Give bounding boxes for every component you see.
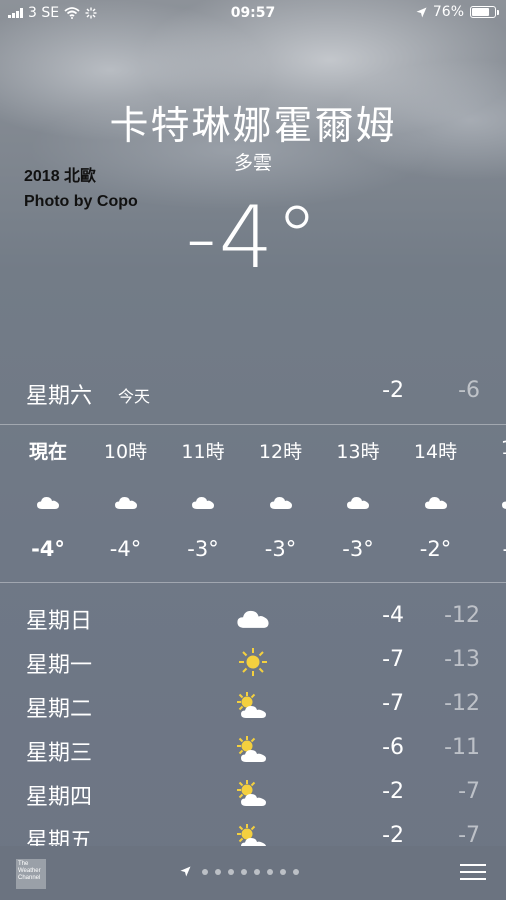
day-name: 星期一 <box>26 653 93 678</box>
day-high: -7 <box>382 691 404 716</box>
partly-cloudy-icon <box>236 691 270 721</box>
hour-label: 11時 <box>181 441 225 463</box>
hour-label: 現在 <box>28 441 67 463</box>
page-dot[interactable] <box>202 868 208 875</box>
daily-row: 星期二 -7 -12 <box>0 683 506 727</box>
day-low: -11 <box>444 735 480 760</box>
status-bar: 3 SE 09:57 76% <box>0 0 506 26</box>
day-low: -7 <box>458 823 480 848</box>
page-dot[interactable] <box>254 868 260 875</box>
hour-label: 12時 <box>258 441 303 463</box>
cloud-icon <box>191 493 215 511</box>
hour-temp: -3° <box>342 537 374 561</box>
battery-percent: 76% <box>432 4 464 20</box>
partly-cloudy-icon <box>236 779 270 809</box>
hour-label: 13時 <box>336 441 380 463</box>
daily-row: 星期四 -2 -7 <box>0 771 506 815</box>
day-name: 星期二 <box>26 697 93 722</box>
cloud-icon <box>424 493 448 511</box>
list-menu-icon[interactable] <box>460 864 486 885</box>
hour-temp: -2° <box>419 537 452 561</box>
day-high: -2 <box>382 779 404 804</box>
hour-label: 10時 <box>103 441 148 463</box>
hour-label: 14時 <box>413 441 458 463</box>
watermark-line1: 2018 北歐 <box>24 168 97 185</box>
hour-temp: -4° <box>31 537 65 561</box>
current-temperature: -4° <box>185 188 321 288</box>
daily-row: 星期一 -7 -13 <box>0 639 506 683</box>
today-summary: 星期六 今天 -2 -6 <box>0 373 506 413</box>
cloud-icon <box>36 493 60 511</box>
page-dot[interactable] <box>215 868 221 875</box>
page-dot[interactable] <box>267 868 273 875</box>
hour-temp: -2 <box>474 537 506 561</box>
hour-temp: -3° <box>187 537 219 561</box>
day-low: -12 <box>444 691 480 716</box>
page-dot[interactable] <box>280 868 286 875</box>
hourly-forecast-strip[interactable]: 現在 -4° 10時 -4° 11時 -3° 12時 -3° 13時 -3° 14時 -2° 15 -2 <box>0 425 506 582</box>
day-high: -2 <box>382 823 404 848</box>
day-high: -6 <box>382 735 404 760</box>
divider-bottom <box>0 582 506 583</box>
day-high: -4 <box>382 603 404 628</box>
hour-temp: -3° <box>264 537 297 561</box>
day-name: 星期日 <box>26 609 93 634</box>
weather-channel-logo[interactable]: The Weather Channel <box>16 859 46 889</box>
cloud-icon <box>346 493 370 511</box>
day-low: -7 <box>458 779 480 804</box>
today-label: 今天 <box>118 387 151 406</box>
hour-label: 15 <box>474 437 506 459</box>
location-arrow-icon <box>416 7 427 17</box>
hour-temp: -4° <box>109 537 142 561</box>
day-name: 星期三 <box>26 741 93 766</box>
page-dot[interactable] <box>241 868 247 875</box>
day-low: -12 <box>444 603 480 628</box>
daily-row: 星期日 -4 -12 <box>0 595 506 639</box>
page-indicator[interactable] <box>180 866 299 877</box>
daily-row: 星期三 -6 -11 <box>0 727 506 771</box>
today-low: -6 <box>458 378 480 403</box>
day-high: -7 <box>382 647 404 672</box>
today-day: 星期六 <box>26 384 93 409</box>
day-low: -13 <box>444 647 480 672</box>
page-dot[interactable] <box>293 868 299 875</box>
page-dot[interactable] <box>228 868 234 875</box>
city-name: 卡特琳娜霍爾姆 <box>109 104 397 149</box>
today-high: -2 <box>382 378 404 403</box>
location-arrow-icon <box>180 866 191 877</box>
battery-icon <box>470 6 499 18</box>
day-name: 星期四 <box>26 785 93 810</box>
cloud-icon <box>501 493 506 511</box>
cloud-icon <box>269 493 293 511</box>
cloud-icon <box>114 493 138 511</box>
sun-icon <box>236 647 270 677</box>
partly-cloudy-icon <box>236 735 270 765</box>
bottom-bar: The Weather Channel <box>0 846 506 900</box>
cloud-icon <box>236 603 270 633</box>
